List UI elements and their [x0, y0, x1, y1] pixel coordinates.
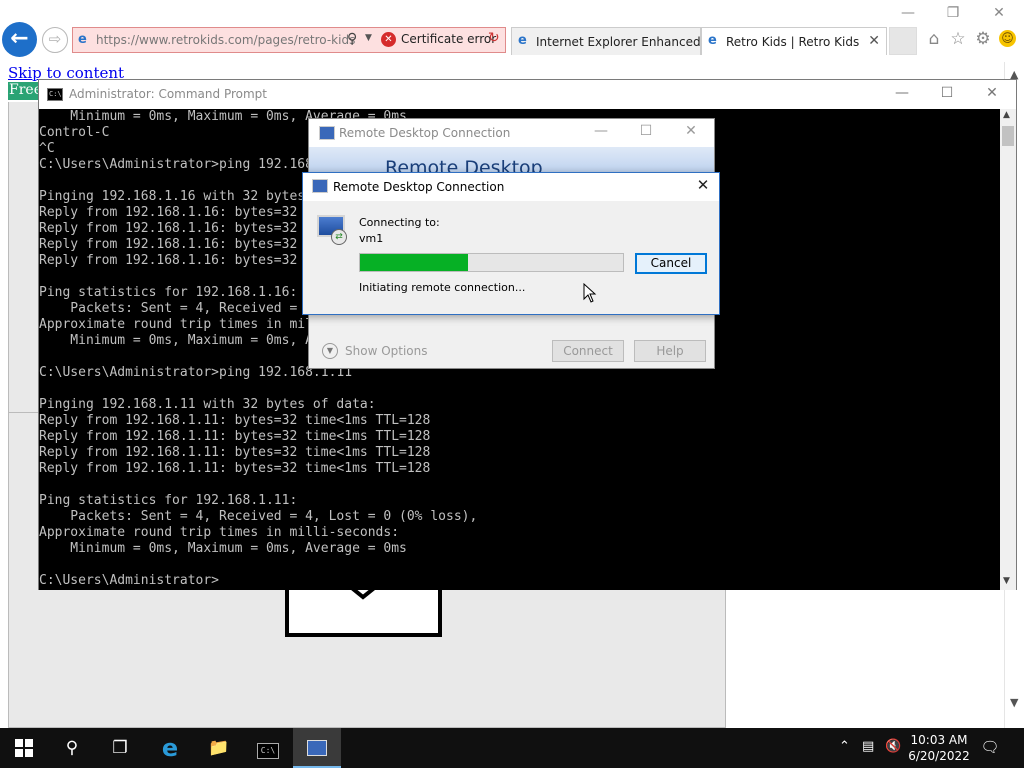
smiley-feedback-icon[interactable]: ☺ — [999, 30, 1016, 47]
file-explorer-icon[interactable]: 📁 — [195, 728, 243, 768]
tab-ie-enhanced[interactable]: e Internet Explorer Enhanced S... — [511, 27, 723, 55]
rdc-app-icon — [319, 126, 335, 140]
close-window-icon[interactable]: ✕ — [984, 3, 1014, 23]
internet-explorer-icon[interactable]: e — [146, 728, 194, 768]
restore-icon[interactable]: ❐ — [938, 3, 968, 23]
connection-progress-bar — [359, 253, 624, 272]
task-view-icon[interactable]: ❐ — [96, 728, 144, 768]
minimize-icon[interactable]: — — [893, 3, 923, 23]
ie-tab-icon: e — [708, 33, 717, 48]
free-badge: Free — [8, 82, 42, 100]
cmd-line: Reply from 192.168.1.11: bytes=32 time<1… — [39, 445, 431, 460]
chevron-up-icon[interactable]: ⌃ — [839, 739, 850, 754]
cmd-line: C:\Users\Administrator> — [39, 573, 220, 588]
start-windows-icon[interactable] — [0, 728, 48, 768]
help-button[interactable]: Help — [634, 340, 706, 362]
cmd-line: Pinging 192.168.1.11 with 32 bytes of da… — [39, 397, 376, 412]
chevron-down-icon[interactable]: ▼ — [322, 343, 338, 359]
rdc-connecting-titlebar[interactable]: Remote Desktop Connection ✕ — [303, 173, 719, 201]
scroll-down-icon[interactable]: ▼ — [1003, 576, 1010, 586]
cmd-line: Reply from 192.168.1.11: bytes=32 time<1… — [39, 461, 431, 476]
clock-time: 10:03 AM — [910, 733, 968, 747]
page-side-panel — [8, 102, 40, 414]
rdc-connecting-title: Remote Desktop Connection — [333, 180, 505, 194]
minimize-icon[interactable]: — — [581, 123, 621, 143]
cmd-glyph: C:\ — [257, 743, 279, 759]
remote-computer-icon: ⇄ — [317, 215, 347, 245]
cmd-line: Packets: Sent = 4, Received = 4, Lost = … — [39, 509, 478, 524]
cmd-line — [39, 477, 1000, 493]
tab-retro-kids[interactable]: e Retro Kids | Retro Kids ✕ — [701, 27, 887, 55]
scroll-up-icon[interactable]: ▲ — [1003, 110, 1010, 120]
cmd-line: Ping statistics for 192.168.1.11: — [39, 493, 298, 508]
cmd-line: Reply from 192.168.1.11: bytes=32 time<1… — [39, 413, 431, 428]
certificate-error[interactable]: Certificate error — [401, 32, 496, 46]
clock-date: 6/20/2022 — [908, 749, 970, 763]
cmd-line: Approximate round trip times in milli-se… — [39, 525, 400, 540]
refresh-icon[interactable]: ↻ — [488, 30, 500, 46]
scroll-down-icon[interactable]: ▼ — [1010, 696, 1018, 709]
back-arrow-icon[interactable]: ← — [2, 22, 37, 57]
cmd-line: Reply from 192.168.1.11: bytes=32 time<1… — [39, 429, 431, 444]
computer-name: vm1 — [359, 232, 384, 245]
system-clock[interactable]: 10:03 AM 6/20/2022 — [906, 732, 972, 764]
rdc-main-titlebar[interactable]: Remote Desktop Connection — ☐ ✕ — [309, 119, 714, 147]
action-center-icon[interactable]: 🗨 — [980, 738, 1000, 758]
connecting-to-label: Connecting to: — [359, 216, 440, 229]
maximize-icon[interactable]: ☐ — [925, 85, 969, 105]
scroll-thumb[interactable] — [1002, 126, 1014, 146]
tab-label: Internet Explorer Enhanced S... — [536, 35, 724, 49]
cmd-titlebar[interactable]: C:\ Administrator: Command Prompt — ☐ ✕ — [39, 80, 1016, 109]
cancel-button[interactable]: Cancel — [635, 253, 707, 274]
new-tab-button[interactable] — [889, 27, 917, 55]
show-options-link[interactable]: Show Options — [345, 344, 428, 358]
connect-button[interactable]: Connect — [552, 340, 624, 362]
cmd-scrollbar[interactable]: ▲ ▼ — [1000, 109, 1016, 590]
volume-muted-icon[interactable]: 🔇 — [885, 739, 901, 754]
search-icon[interactable]: ⚲ — [48, 728, 96, 768]
search-icon[interactable]: ⚲ — [347, 31, 357, 47]
minimize-icon[interactable]: — — [880, 85, 924, 105]
progress-fill — [360, 254, 468, 271]
cmd-line: Minimum = 0ms, Maximum = 0ms, Average = … — [39, 541, 407, 556]
address-bar[interactable]: e https://www.retrokids.com/pages/retro-… — [72, 27, 506, 53]
gear-icon[interactable]: ⚙ — [973, 29, 993, 49]
home-icon[interactable]: ⌂ — [924, 29, 944, 49]
ie-page-icon: e — [78, 32, 87, 47]
url-text[interactable]: https://www.retrokids.com/pages/retro-ki… — [96, 33, 355, 47]
rdc-main-title: Remote Desktop Connection — [339, 126, 511, 140]
tab-label: Retro Kids | Retro Kids — [726, 35, 860, 49]
browser-toolbar: ← ⇨ e https://www.retrokids.com/pages/re… — [0, 0, 1024, 62]
taskbar: ⚲ ❐ e 📁 C:\ ⌃ ▤ 🔇 10:03 AM 6/20/2022 🗨 — [0, 728, 1024, 768]
connection-status-text: Initiating remote connection... — [359, 281, 526, 294]
forward-arrow-icon[interactable]: ⇨ — [42, 27, 68, 53]
windows-logo — [15, 739, 33, 757]
chevron-down-icon[interactable]: ▼ — [365, 33, 372, 43]
globe-shape: ⇄ — [331, 229, 347, 245]
close-icon[interactable]: ✕ — [970, 85, 1014, 105]
ie-tab-icon: e — [518, 33, 527, 48]
cmd-app-icon: C:\ — [47, 88, 63, 101]
command-prompt-taskbar-icon[interactable]: C:\ — [244, 728, 292, 768]
close-tab-icon[interactable]: ✕ — [868, 33, 880, 49]
rdc-connecting-dialog[interactable]: Remote Desktop Connection ✕ ⇄ Connecting… — [302, 172, 720, 315]
network-icon[interactable]: ▤ — [862, 739, 874, 754]
close-icon[interactable]: ✕ — [671, 123, 711, 143]
cert-error-icon[interactable]: ✕ — [381, 32, 396, 47]
rdc-app-icon — [312, 179, 328, 193]
maximize-icon: ☐ — [639, 123, 653, 139]
cmd-title: Administrator: Command Prompt — [69, 87, 267, 101]
cmd-line — [39, 557, 1000, 573]
rdc-glyph — [307, 740, 327, 756]
cmd-line — [39, 381, 1000, 397]
mouse-cursor-icon — [583, 283, 597, 303]
remote-desktop-taskbar-icon[interactable] — [293, 728, 341, 768]
favorites-star-icon[interactable]: ☆ — [948, 29, 968, 49]
close-icon[interactable]: ✕ — [693, 176, 713, 196]
